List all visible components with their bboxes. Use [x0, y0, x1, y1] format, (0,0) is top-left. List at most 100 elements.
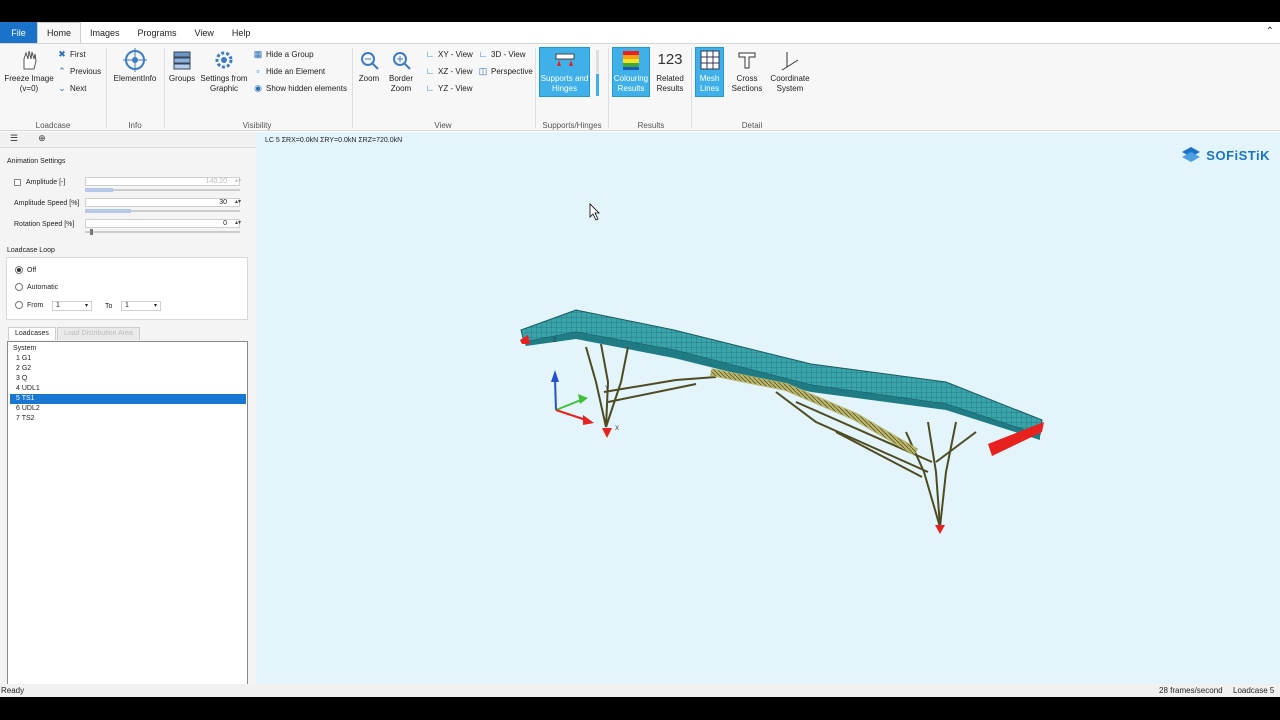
previous-button[interactable]: ⌃ Previous [57, 66, 101, 76]
mesh-lines-button[interactable]: Mesh Lines [695, 47, 724, 97]
zoom-button[interactable]: Zoom [356, 48, 382, 84]
rotation-speed-slider[interactable]: 0 ▴▾ [85, 219, 243, 237]
perspective-button[interactable]: ◫ Perspective [478, 66, 533, 76]
list-view-icon[interactable]: ☰ [3, 133, 25, 147]
freeze-image-label: Freeze Image [4, 74, 54, 83]
border-zoom-label: Zoom [390, 84, 412, 93]
eye-icon: ◉ [254, 82, 262, 93]
next-button[interactable]: ⌄ Next [57, 83, 86, 93]
border-zoom-button[interactable]: Border Zoom [386, 48, 416, 94]
tab-help[interactable]: Help [223, 22, 260, 43]
list-item[interactable]: 7 TS2 [10, 414, 246, 424]
supports-icon [553, 48, 577, 72]
xy-view-label: XY - View [438, 49, 473, 59]
3d-view-button[interactable]: ∟ 3D - View [478, 49, 526, 59]
collapse-ribbon-icon[interactable]: ⌃ [1266, 26, 1274, 37]
related-results-button[interactable]: 123 Related Results [653, 48, 687, 94]
zoom-icon [357, 48, 381, 72]
next-label: Next [70, 83, 87, 93]
separator [691, 48, 692, 128]
groups-button[interactable]: Groups [167, 48, 197, 84]
separator [352, 48, 353, 128]
rotation-speed-spinner[interactable]: ▴▾ [235, 219, 241, 226]
graphics-viewport[interactable]: LC 5 ΣRX=0.0kN ΣRY=0.0kN ΣRZ=720.0kN SOF… [256, 132, 1280, 684]
perspective-label: Perspective [491, 66, 533, 76]
colouring-results-button[interactable]: Colouring Results [612, 47, 650, 97]
colouring-line2: Results [617, 84, 645, 93]
amplitude-checkbox[interactable] [14, 179, 21, 186]
supports-slider-fill [596, 74, 599, 96]
amplitude-spinner[interactable]: ▴▾ [235, 177, 241, 184]
element-info-label: ElementInfo [113, 74, 157, 83]
yz-view-button[interactable]: ∟ YZ - View [425, 83, 473, 93]
tab-programs[interactable]: Programs [129, 22, 186, 43]
show-hidden-button[interactable]: ◉ Show hidden elements [253, 83, 347, 93]
tab-home[interactable]: Home [37, 22, 82, 43]
amplitude-speed-spinner[interactable]: ▴▾ [235, 198, 241, 205]
axis-x-label: X [615, 426, 619, 432]
loadcase-group-label: Loadcase [35, 121, 71, 130]
3d-axes-icon: ∟ [478, 49, 488, 59]
results-group-label: Results [637, 121, 665, 130]
file-menu[interactable]: File [0, 22, 37, 43]
amplitude-speed-slider[interactable]: 30 ▴▾ [85, 198, 243, 216]
radio-automatic[interactable]: Automatic [15, 283, 58, 291]
to-value: 1 [125, 302, 129, 309]
tab-images[interactable]: Images [81, 22, 129, 43]
list-item[interactable]: 6 UDL2 [10, 404, 246, 414]
rotation-speed-value[interactable]: 0 [85, 219, 240, 228]
status-loadcase: Loadcase 5 [1233, 686, 1275, 695]
supports-and-hinges-button[interactable]: Supports and Hinges [539, 47, 590, 97]
show-hidden-label: Show hidden elements [266, 83, 347, 93]
settings-from-graphic-button[interactable]: Settings from Graphic [199, 48, 249, 94]
hide-group-button[interactable]: ▦ Hide a Group [253, 49, 314, 59]
list-item[interactable]: 1 G1 [10, 354, 246, 364]
amplitude-speed-value[interactable]: 30 [85, 198, 240, 207]
animation-settings-title: Animation Settings [7, 158, 66, 165]
freeze-image-button[interactable]: Freeze Image (v=0) [4, 48, 54, 94]
colouring-icon [619, 48, 643, 72]
xz-view-button[interactable]: ∟ XZ - View [425, 66, 473, 76]
cross-sections-button[interactable]: Cross Sections [728, 48, 766, 94]
hide-element-label: Hide an Element [266, 66, 326, 76]
cross-line1: Cross [736, 74, 758, 83]
xy-view-button[interactable]: ∟ XY - View [425, 49, 473, 59]
radio-from[interactable]: From [15, 301, 43, 309]
rotation-speed-thumb[interactable] [90, 229, 93, 235]
first-button[interactable]: ✖ First [57, 49, 86, 59]
from-combo[interactable]: 1 ▾ [52, 301, 92, 311]
list-item[interactable]: 3 Q [10, 374, 246, 384]
to-combo[interactable]: 1 ▾ [121, 301, 161, 311]
mouse-cursor-icon [589, 203, 600, 221]
coordinate-axes-icon [778, 48, 802, 72]
hide-group-label: Hide a Group [266, 49, 314, 59]
previous-icon: ⌃ [58, 65, 66, 76]
numbers-icon: 123 [657, 51, 683, 68]
amplitude-slider[interactable]: 140.20 ▴▾ [85, 177, 243, 195]
detail-group-label: Detail [741, 121, 763, 130]
hide-element-button[interactable]: ▫ Hide an Element [253, 66, 325, 76]
list-item[interactable]: System [10, 344, 246, 354]
loadcase-loop-box: Off Automatic From 1 ▾ To 1 ▾ [6, 257, 248, 320]
amplitude-value[interactable]: 140.20 [85, 177, 240, 186]
coordinate-system-button[interactable]: Coordinate System [768, 48, 812, 94]
tab-loadcases[interactable]: Loadcases [8, 327, 56, 340]
radio-off-indicator [15, 266, 23, 274]
mesh-line1: Mesh [699, 74, 720, 83]
supports-slider[interactable] [596, 50, 599, 96]
amplitude-speed-fill [85, 209, 131, 213]
element-info-button[interactable]: ElementInfo [112, 48, 158, 84]
list-item[interactable]: 2 G2 [10, 364, 246, 374]
yz-axes-icon: ∟ [425, 83, 435, 93]
related-line2: Results [656, 84, 684, 93]
list-item[interactable]: 4 UDL1 [10, 384, 246, 394]
yz-view-label: YZ - View [438, 83, 473, 93]
tab-load-distribution-area[interactable]: Load Distribution Area [57, 327, 140, 340]
target-icon[interactable]: ⊕ [31, 133, 53, 147]
first-label: First [70, 49, 86, 59]
status-ready: Ready [1, 686, 25, 695]
list-item-selected[interactable]: 5 TS1 [10, 394, 246, 404]
tab-view[interactable]: View [186, 22, 223, 43]
radio-off[interactable]: Off [15, 266, 36, 274]
loadcase-loop-title: Loadcase Loop [7, 247, 55, 254]
